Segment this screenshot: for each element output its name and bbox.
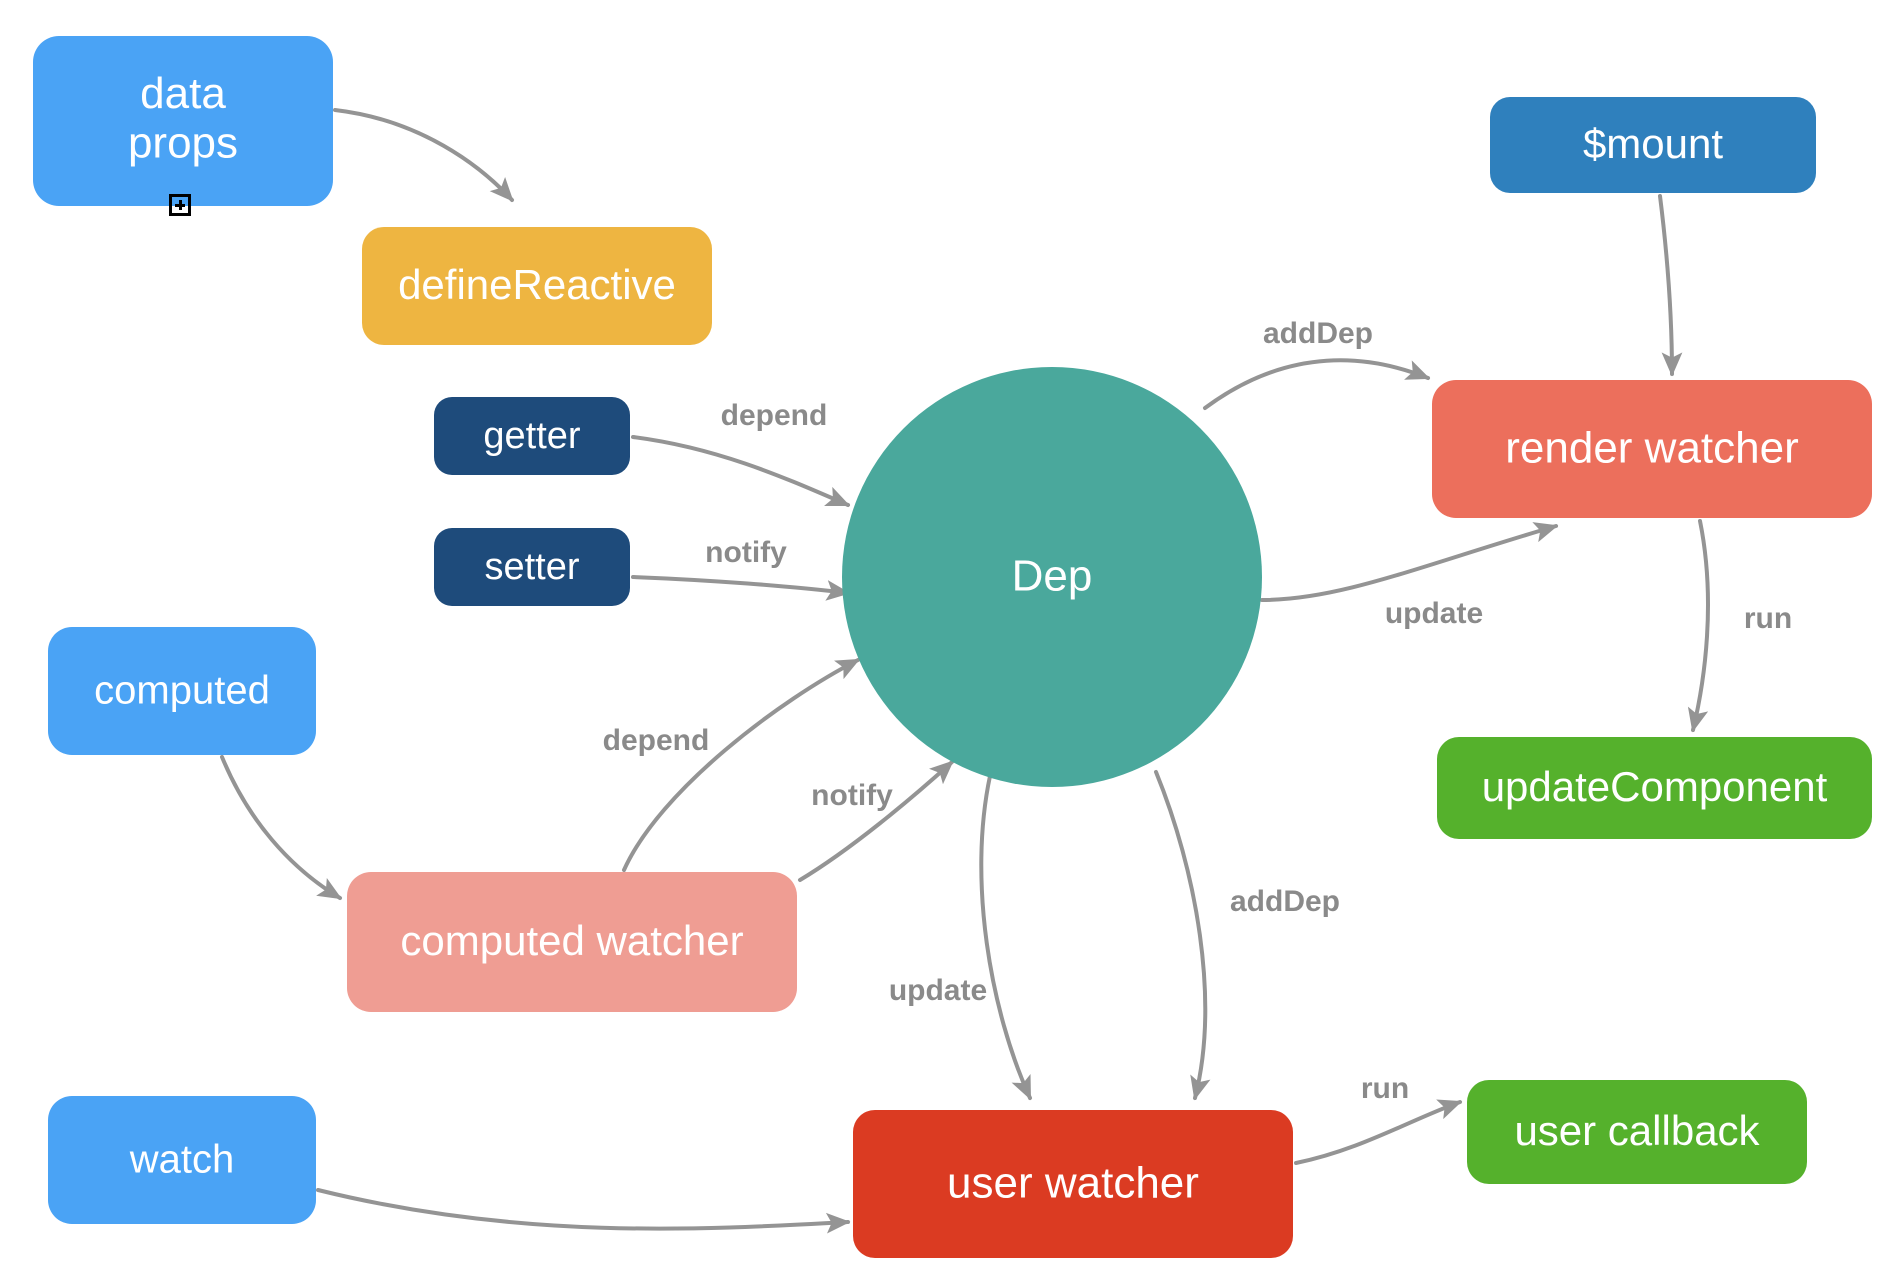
node-define-reactive[interactable]: defineReactive (362, 227, 712, 345)
edge-e-setter-dep (631, 575, 851, 601)
edge-e-dep-renderwatcher-update (1260, 522, 1559, 602)
node-label-setter: setter (484, 546, 579, 588)
edge-e-computedwatcher-dep-depend (622, 658, 861, 872)
diagram-svg: dataprops defineReactive getter setter compu… (33, 36, 1872, 1258)
node-computed-watcher[interactable]: computed watcher (347, 872, 797, 1012)
node-label-watch: watch (129, 1138, 235, 1182)
node-setter[interactable]: setter (434, 528, 630, 606)
edge-e-data-definereactive (333, 108, 514, 202)
node-update-component[interactable]: updateComponent (1437, 737, 1872, 839)
edge-label-e-getter-dep: depend (721, 399, 828, 432)
edge-label-e-dep-renderwatcher: addDep (1263, 317, 1373, 350)
node-label-render-watcher: render watcher (1505, 424, 1798, 473)
node-user-callback[interactable]: user callback (1467, 1080, 1807, 1184)
node-watch[interactable]: watch (48, 1096, 316, 1224)
edge-e-renderwatcher-updatecomponent (1687, 519, 1710, 733)
node-dep[interactable]: Dep (842, 367, 1262, 787)
edge-e-watch-userwatcher (316, 1188, 851, 1234)
node-label-mount: $mount (1583, 120, 1723, 167)
node-user-watcher[interactable]: user watcher (853, 1110, 1293, 1258)
edge-label-e-setter-dep: notify (705, 536, 787, 569)
node-mount[interactable]: $mount (1490, 97, 1816, 193)
edge-label-e-userwatcher-usercallback: run (1361, 1072, 1409, 1105)
edge-label-e-renderwatcher-updatecomponent: run (1744, 602, 1792, 635)
node-label-define-reactive: defineReactive (398, 261, 676, 308)
edge-label-e-computedwatcher-dep-depend: depend (603, 724, 710, 757)
edge-e-dep-userwatcher-adddep (1154, 770, 1211, 1101)
edge-e-userwatcher-usercallback (1294, 1099, 1463, 1165)
edge-e-dep-userwatcher-update (979, 774, 1032, 1101)
node-label-user-callback: user callback (1514, 1107, 1760, 1154)
node-label-user-watcher: user watcher (947, 1159, 1199, 1208)
node-label-data-props-line1: data (140, 69, 226, 118)
node-label-dep: Dep (1012, 552, 1093, 601)
edge-label-e-dep-renderwatcher-update: update (1385, 597, 1483, 630)
edge-e-dep-renderwatcher (1203, 358, 1431, 410)
node-render-watcher[interactable]: render watcher (1432, 380, 1872, 518)
node-label-getter: getter (483, 415, 581, 457)
node-getter[interactable]: getter (434, 397, 630, 475)
node-label-data-props-line2: props (128, 118, 238, 167)
edge-label-e-dep-userwatcher-adddep: addDep (1230, 885, 1340, 918)
edge-e-mount-renderwatcher (1658, 194, 1683, 377)
nodes-layer: dataprops defineReactive getter setter compu… (33, 36, 1872, 1258)
node-computed[interactable]: computed (48, 627, 316, 755)
node-label-computed-watcher: computed watcher (400, 917, 743, 964)
node-label-update-component: updateComponent (1482, 763, 1828, 810)
edge-e-computed-computedwatcher (220, 755, 343, 900)
node-data-props[interactable]: dataprops (33, 36, 333, 206)
diagram-canvas: data props defineReactive getter setter compu… (0, 0, 1898, 1278)
edge-label-e-dep-userwatcher-update: update (889, 974, 987, 1007)
edge-e-getter-dep (631, 435, 851, 507)
node-label-computed: computed (94, 669, 270, 713)
edge-label-e-computedwatcher-dep-notify: notify (811, 779, 893, 812)
crosshair-cursor-icon (169, 194, 191, 216)
